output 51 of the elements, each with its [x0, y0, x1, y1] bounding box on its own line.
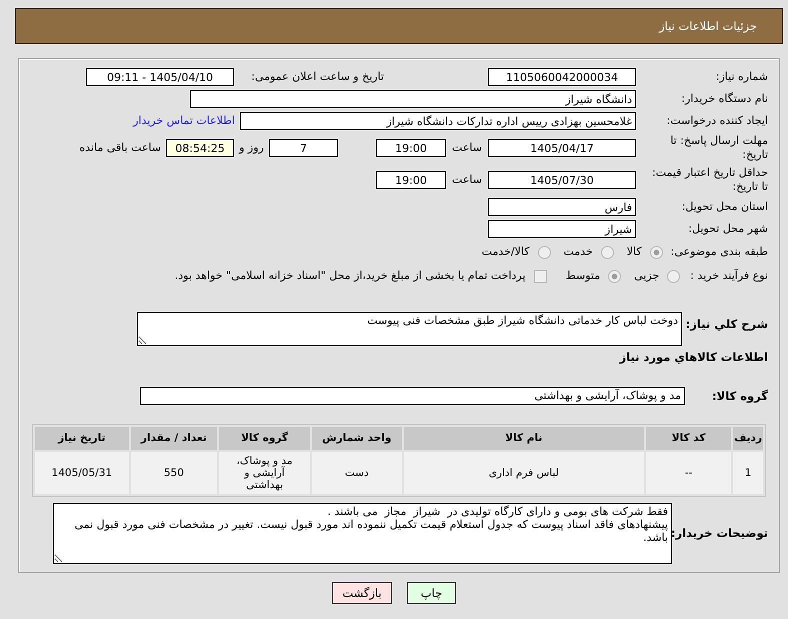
buyer-org-label: نام دستگاه خریدار:: [680, 92, 768, 106]
purchase-process-label: نوع فرآیند خرید :: [690, 269, 768, 283]
table-cell: مد و پوشاک، آرایشی و بهداشتی: [219, 452, 310, 494]
back-button[interactable]: بازگشت: [332, 582, 392, 604]
city-field[interactable]: شیراز: [488, 220, 636, 238]
table-cell: --: [646, 452, 732, 494]
column-header: ردیف: [733, 426, 763, 450]
requester-label: ایجاد کننده درخواست:: [666, 114, 768, 128]
price-validity-label: حداقل تاریخ اعتبار قیمت: تا تاریخ:: [651, 166, 768, 194]
print-button[interactable]: چاپ: [407, 582, 456, 604]
deadline-date-field[interactable]: 1405/04/17: [488, 139, 636, 157]
page-title: جزئیات اطلاعات نیاز: [15, 8, 783, 44]
table-cell: 1: [733, 452, 763, 494]
goods-group-label: گروه کالا:: [711, 388, 768, 403]
column-header: تعداد / مقدار: [130, 426, 218, 450]
city-label: شهر محل تحویل:: [687, 222, 768, 236]
table-cell: 550: [130, 452, 218, 494]
need-number-label: شماره نیاز:: [714, 70, 768, 84]
validity-time-field[interactable]: 19:00: [376, 171, 446, 189]
province-label: استان محل تحویل:: [680, 200, 768, 214]
buyer-notes-field[interactable]: فقط شرکت های بومی و دارای کارگاه تولیدی در شیراز مجاز می باشند . پیشنهادهای فاقد اسناد پیوست که جدول استعلام قیمت تکمیل ننموده اند مورد قبول نیست. تغییر در مشخصات فنی مورد قبول نمی باشد.: [53, 502, 672, 564]
days-field[interactable]: 7: [269, 139, 338, 157]
deadline-time-field[interactable]: 19:00: [376, 139, 446, 157]
province-field[interactable]: فارس: [488, 198, 636, 216]
buyer-org-field[interactable]: دانشگاه شیراز: [190, 90, 636, 108]
need-number-field[interactable]: 1105060042000034: [488, 68, 636, 86]
column-header: گروه کالا: [219, 426, 310, 450]
table-cell: 1405/05/31: [35, 452, 129, 494]
remaining-time-label: ساعت باقی مانده: [79, 141, 161, 155]
buyer-contact-link[interactable]: اطلاعات تماس خریدار: [133, 114, 235, 128]
time-label: ساعت: [451, 141, 483, 155]
table-cell: لباس فرم اداری: [404, 452, 644, 494]
category-label: طبقه بندی موضوعی:: [670, 245, 768, 259]
remaining-time-field[interactable]: 08:54:25: [166, 139, 234, 157]
announce-date-field[interactable]: 1405/04/10 - 09:11: [86, 68, 234, 86]
days-label: روز و: [238, 141, 265, 155]
buyer-notes-label: توضیحات خریدار:: [672, 526, 768, 540]
table-cell: دست: [312, 452, 402, 494]
column-header: تاریخ نیاز: [35, 426, 129, 450]
response-deadline-label: مهلت ارسال پاسخ: تا تاریخ:: [669, 134, 768, 162]
column-header: کد کالا: [646, 426, 732, 450]
description-label: شرح كلي نياز:: [684, 316, 768, 332]
column-header: نام کالا: [404, 426, 644, 450]
validity-date-field[interactable]: 1405/07/30: [488, 171, 636, 189]
requester-field[interactable]: غلامحسین بهزادی رییس اداره تدارکات دانشگاه شیراز: [240, 112, 636, 130]
announce-date-label: تاریخ و ساعت اعلان عمومی:: [250, 70, 384, 84]
time-label: ساعت: [451, 173, 483, 187]
column-header: واحد شمارش: [312, 426, 402, 450]
goods-group-field[interactable]: مد و پوشاک، آرایشی و بهداشتی: [140, 386, 685, 405]
description-field[interactable]: دوخت لباس کار خدماتی دانشگاه شیراز طبق مشخصات فنی پیوست: [137, 312, 682, 346]
items-section-title: اطلاعات كالاهاي مورد نياز: [620, 350, 768, 364]
